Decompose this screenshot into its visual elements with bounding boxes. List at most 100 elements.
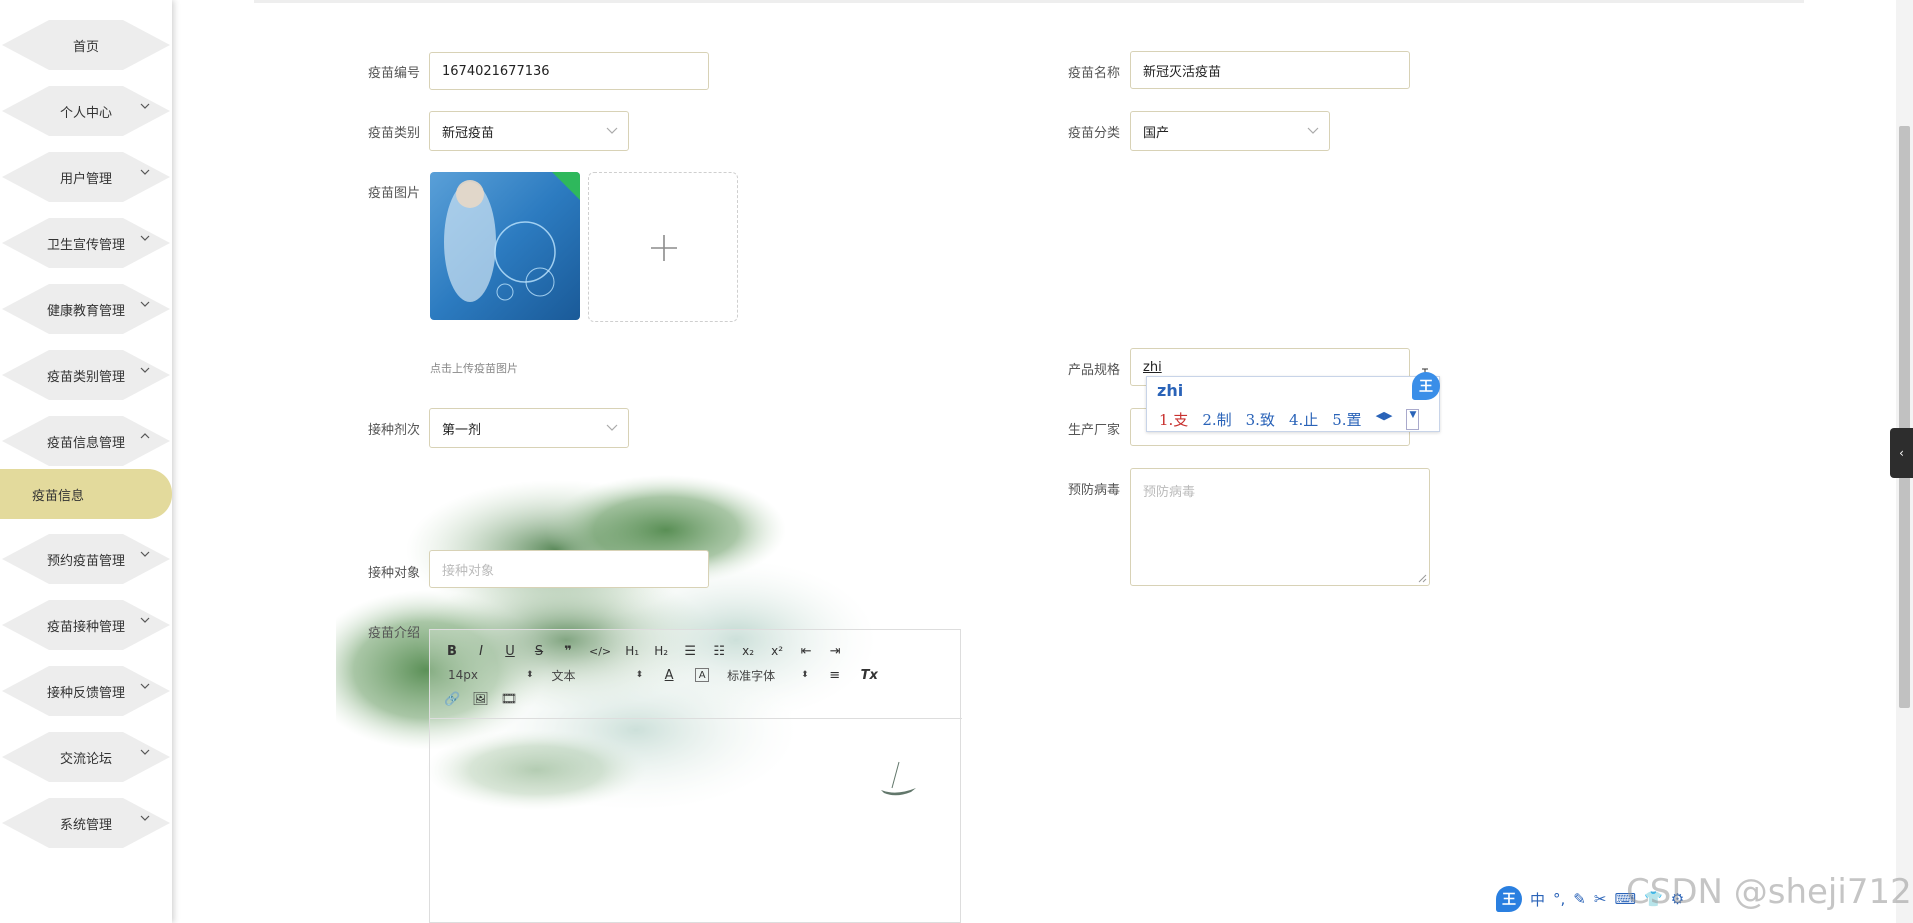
ime-pinyin: zhi (1157, 381, 1184, 400)
chevron-left-icon: ‹ (1899, 446, 1904, 460)
bold-icon[interactable]: B (444, 642, 460, 660)
target-input[interactable]: 接种对象 (429, 550, 709, 588)
clear-format-icon[interactable]: Tx (861, 666, 878, 684)
resize-handle-icon[interactable] (1418, 574, 1427, 583)
font-size-select[interactable]: 14px ⬍ (448, 668, 534, 682)
sidebar-item-health-publicity[interactable]: 卫生宣传管理 (0, 218, 172, 268)
vaccine-name-value: 新冠灭活疫苗 (1143, 64, 1222, 80)
link-icon[interactable]: 🔗 (444, 690, 460, 708)
sidebar-item-vaccination[interactable]: 疫苗接种管理 (0, 600, 172, 650)
sidebar-item-label: 健康教育管理 (46, 303, 125, 319)
font-family-select[interactable]: 标准字体 ⬍ (727, 667, 809, 684)
editor-toolbar-row-1: B I U S ❞ </> H₁ H₂ ☰ ☷ x₂ x² ⇤ ⇥ (444, 642, 843, 660)
chevron-down-icon (1307, 124, 1319, 134)
image-icon[interactable]: 🖼 (472, 690, 489, 708)
subscript-icon[interactable]: x₂ (740, 642, 756, 660)
chevron-down-icon (606, 124, 618, 134)
sidebar-item-forum[interactable]: 交流论坛 (0, 732, 172, 782)
vaccine-name-input[interactable]: 新冠灭活疫苗 (1130, 51, 1410, 89)
vaccine-no-label: 疫苗编号 (367, 66, 420, 81)
outdent-icon[interactable]: ⇤ (798, 642, 814, 660)
vaccine-image-label: 疫苗图片 (367, 186, 420, 201)
vaccine-image-thumbnail[interactable] (430, 172, 580, 320)
code-block-icon[interactable]: </> (589, 642, 611, 660)
underline-icon[interactable]: U (502, 642, 518, 660)
spec-value: zhi (1143, 359, 1162, 375)
target-label: 接种对象 (367, 566, 420, 581)
ime-candidates: 1.支 2.制 3.致 4.止 5.置 ◀▶ ▼ (1159, 409, 1420, 430)
ime-punctuation-icon[interactable]: °, (1553, 890, 1565, 908)
ime-pen-icon[interactable]: ✎ (1573, 890, 1586, 908)
scrollbar-thumb[interactable] (1899, 126, 1910, 708)
select-arrows-icon: ⬍ (801, 670, 809, 680)
sidebar-item-vaccine-info[interactable]: 疫苗信息管理 (0, 416, 172, 466)
sidebar-subitem-vaccine-info[interactable]: 疫苗信息 (0, 469, 172, 519)
sidebar-item-label: 个人中心 (59, 105, 112, 121)
ime-candidate[interactable]: 1.支 (1159, 409, 1188, 430)
vaccine-no-input[interactable]: 1674021677136 (429, 52, 709, 90)
vaccine-type-select[interactable]: 新冠疫苗 (429, 111, 629, 151)
ime-logo-icon: 王 (1412, 372, 1440, 400)
watermark: CSDN @sheji712 (1626, 872, 1912, 912)
sidebar-item-label: 疫苗信息管理 (46, 435, 125, 451)
chevron-down-icon (140, 747, 150, 757)
ime-candidate[interactable]: 2.制 (1202, 409, 1231, 430)
ime-candidate[interactable]: 3.致 (1246, 409, 1275, 430)
sidebar-item-system[interactable]: 系统管理 (0, 798, 172, 848)
spec-label: 产品规格 (1067, 363, 1120, 378)
select-arrows-icon: ⬍ (526, 670, 534, 680)
background-color-icon[interactable]: A (695, 668, 710, 682)
sidebar-item-label: 卫生宣传管理 (46, 237, 125, 253)
align-icon[interactable]: ≡ (827, 666, 843, 684)
editor-toolbar-row-3: 🔗 🖼 🎞 (444, 690, 517, 708)
ime-candidate-window: zhi 1.支 2.制 3.致 4.止 5.置 ◀▶ ▼ (1146, 376, 1440, 432)
plus-icon (649, 233, 679, 263)
text-style-value: 文本 (551, 668, 576, 683)
sidebar-item-feedback[interactable]: 接种反馈管理 (0, 666, 172, 716)
chevron-down-icon (140, 549, 150, 559)
chevron-down-icon (140, 299, 150, 309)
strikethrough-icon[interactable]: S (531, 642, 547, 660)
ime-candidate[interactable]: 5.置 (1332, 409, 1361, 430)
editor-toolbar-row-2: 14px ⬍ 文本 ⬍ A A 标准字体 ⬍ ≡ Tx (448, 666, 878, 684)
text-style-select[interactable]: 文本 ⬍ (552, 667, 644, 684)
blockquote-icon[interactable]: ❞ (560, 642, 576, 660)
ime-logo-icon[interactable]: 王 (1496, 886, 1522, 912)
indent-icon[interactable]: ⇥ (827, 642, 843, 660)
italic-icon[interactable]: I (473, 642, 489, 660)
ime-mode-chinese[interactable]: 中 (1530, 889, 1545, 910)
superscript-icon[interactable]: x² (769, 642, 785, 660)
sidebar-item-user-management[interactable]: 用户管理 (0, 152, 172, 202)
page-arrows-icon[interactable]: ◀▶ (1376, 409, 1393, 430)
font-color-icon[interactable]: A (661, 666, 677, 684)
ordered-list-icon[interactable]: ☰ (682, 642, 698, 660)
sidebar-item-appointment[interactable]: 预约疫苗管理 (0, 534, 172, 584)
prevent-virus-textarea[interactable]: 预防病毒 (1130, 468, 1430, 586)
ime-scissors-icon[interactable]: ✂ (1594, 890, 1607, 908)
font-family-value: 标准字体 (727, 668, 776, 683)
sidebar-item-health-education[interactable]: 健康教育管理 (0, 284, 172, 334)
heading2-icon[interactable]: H₂ (653, 642, 669, 660)
vaccine-no-value: 1674021677136 (442, 63, 550, 79)
sidebar-item-label: 接种反馈管理 (46, 685, 125, 701)
chevron-down-icon (140, 101, 150, 111)
ime-candidate[interactable]: 4.止 (1289, 409, 1318, 430)
vaccine-name-label: 疫苗名称 (1067, 66, 1120, 81)
top-divider (254, 0, 1804, 3)
select-arrows-icon: ⬍ (635, 670, 644, 680)
sidebar-item-home[interactable]: 首页 (0, 20, 172, 70)
collapse-tab[interactable]: ‹ (1890, 428, 1913, 478)
sidebar-item-vaccine-type[interactable]: 疫苗类别管理 (0, 350, 172, 400)
heading1-icon[interactable]: H₁ (624, 642, 640, 660)
bullet-list-icon[interactable]: ☷ (711, 642, 727, 660)
rich-text-editor: B I U S ❞ </> H₁ H₂ ☰ ☷ x₂ x² ⇤ ⇥ 14px ⬍ … (429, 629, 962, 923)
image-upload-box[interactable] (588, 172, 738, 322)
video-icon[interactable]: 🎞 (501, 690, 518, 708)
dose-select[interactable]: 第一剂 (429, 408, 629, 448)
sidebar-item-label: 交流论坛 (59, 751, 112, 767)
dropdown-icon[interactable]: ▼ (1406, 409, 1420, 430)
main-content: 疫苗编号 1674021677136 疫苗名称 新冠灭活疫苗 疫苗类别 新冠疫苗… (172, 0, 1913, 923)
intro-label: 疫苗介绍 (367, 626, 420, 641)
vaccine-class-select[interactable]: 国产 (1130, 111, 1330, 151)
sidebar-item-personal-center[interactable]: 个人中心 (0, 86, 172, 136)
